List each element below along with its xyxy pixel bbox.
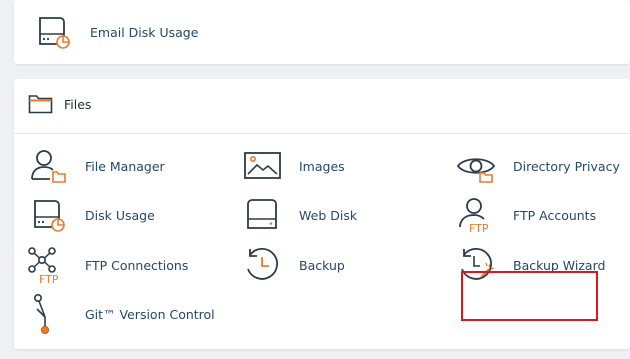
git-version-control-label: Git™ Version Control [85, 306, 215, 322]
image-icon [240, 146, 284, 186]
email-panel: Email Disk Usage [14, 0, 630, 64]
ftp-accounts-highlight [461, 271, 598, 321]
disk-usage-link[interactable]: Disk Usage [26, 195, 155, 235]
directory-privacy-link[interactable]: Directory Privacy [454, 146, 620, 186]
web-disk-link[interactable]: Web Disk [240, 195, 357, 235]
directory-privacy-label: Directory Privacy [513, 158, 620, 174]
images-link[interactable]: Images [240, 146, 345, 186]
files-section-title: Files [64, 96, 92, 112]
git-version-control-link[interactable]: Git™ Version Control [26, 293, 215, 335]
disk-chart-icon [31, 12, 75, 52]
web-disk-label: Web Disk [299, 207, 358, 223]
ftp-network-icon: FTP [26, 245, 70, 285]
email-disk-usage-link[interactable]: Email Disk Usage [31, 12, 198, 52]
git-branch-icon [26, 293, 70, 335]
file-manager-link[interactable]: File Manager [26, 146, 165, 186]
files-panel: Files File Manager Images Directory Priv… [14, 79, 630, 349]
images-label: Images [299, 158, 345, 174]
files-section-header[interactable]: Files [28, 93, 91, 115]
backup-clock-icon [240, 245, 284, 285]
section-divider [14, 133, 630, 134]
file-manager-label: File Manager [85, 158, 165, 174]
ftp-accounts-label: FTP Accounts [513, 207, 597, 223]
user-folder-icon [26, 146, 70, 186]
ftp-accounts-link[interactable]: FTP FTP Accounts [454, 195, 596, 235]
disk-chart-icon [26, 195, 70, 235]
ftp-connections-link[interactable]: FTP FTP Connections [26, 245, 188, 285]
backup-label: Backup [299, 257, 345, 273]
disk-usage-label: Disk Usage [85, 207, 155, 223]
svg-text:FTP: FTP [39, 273, 59, 285]
backup-link[interactable]: Backup [240, 245, 345, 285]
eye-folder-icon [454, 146, 498, 186]
email-disk-usage-label: Email Disk Usage [90, 24, 199, 40]
web-disk-icon [240, 195, 284, 235]
svg-text:FTP: FTP [469, 222, 489, 235]
ftp-connections-label: FTP Connections [85, 257, 189, 273]
folder-icon [28, 93, 54, 115]
ftp-user-icon: FTP [454, 195, 498, 235]
